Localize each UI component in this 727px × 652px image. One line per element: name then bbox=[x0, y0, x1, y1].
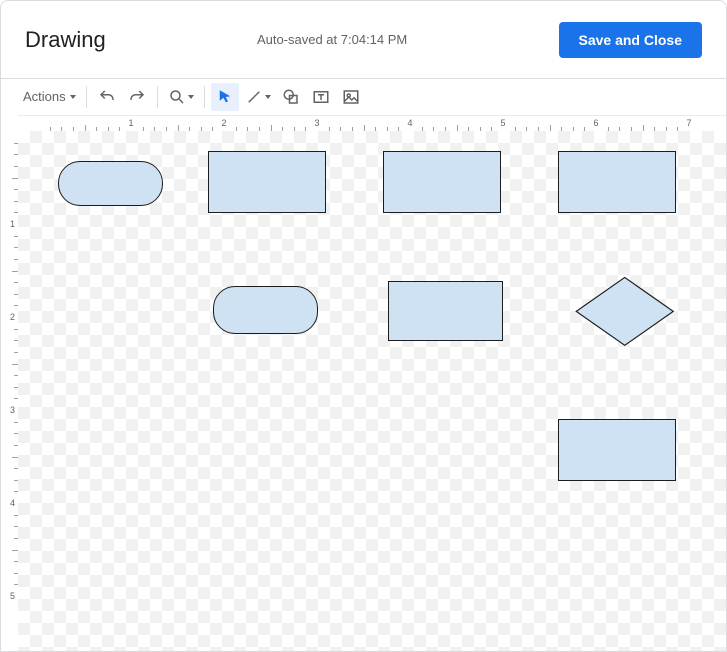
shape-icon bbox=[282, 88, 300, 106]
shape-rectangle[interactable] bbox=[558, 151, 676, 213]
line-icon bbox=[245, 88, 263, 106]
shape-rounded-rectangle[interactable] bbox=[213, 286, 318, 334]
undo-button[interactable] bbox=[93, 83, 121, 111]
ruler-number: 3 bbox=[10, 405, 15, 415]
ruler-vertical: 1 2 3 4 5 bbox=[1, 131, 18, 652]
line-tool[interactable] bbox=[241, 83, 275, 111]
redo-button[interactable] bbox=[123, 83, 151, 111]
drawing-dialog: Drawing Auto-saved at 7:04:14 PM Save an… bbox=[0, 0, 727, 652]
shape-diamond[interactable] bbox=[575, 277, 675, 347]
chevron-down-icon bbox=[265, 95, 271, 99]
drawing-canvas[interactable] bbox=[18, 131, 726, 652]
textbox-tool[interactable] bbox=[307, 83, 335, 111]
ruler-number: 7 bbox=[686, 118, 691, 128]
ruler-number: 1 bbox=[10, 219, 15, 229]
select-tool[interactable] bbox=[211, 83, 239, 111]
image-tool[interactable] bbox=[337, 83, 365, 111]
ruler-number: 6 bbox=[593, 118, 598, 128]
image-icon bbox=[342, 88, 360, 106]
shape-rectangle[interactable] bbox=[558, 419, 676, 481]
ruler-number: 4 bbox=[407, 118, 412, 128]
separator bbox=[86, 86, 87, 108]
zoom-icon bbox=[168, 88, 186, 106]
redo-icon bbox=[128, 88, 146, 106]
separator bbox=[157, 86, 158, 108]
actions-label: Actions bbox=[23, 89, 68, 104]
undo-icon bbox=[98, 88, 116, 106]
ruler-number: 4 bbox=[10, 498, 15, 508]
autosave-status: Auto-saved at 7:04:14 PM bbox=[106, 32, 559, 47]
textbox-icon bbox=[312, 88, 330, 106]
dialog-header: Drawing Auto-saved at 7:04:14 PM Save an… bbox=[1, 1, 726, 79]
ruler-number: 5 bbox=[500, 118, 505, 128]
chevron-down-icon bbox=[188, 95, 194, 99]
toolbar: Actions bbox=[1, 79, 726, 115]
dialog-title: Drawing bbox=[25, 27, 106, 53]
shape-rectangle[interactable] bbox=[383, 151, 501, 213]
shape-rectangle[interactable] bbox=[388, 281, 503, 341]
chevron-down-icon bbox=[70, 95, 76, 99]
ruler-number: 5 bbox=[10, 591, 15, 601]
separator bbox=[204, 86, 205, 108]
ruler-number: 3 bbox=[314, 118, 319, 128]
shape-rounded-rectangle[interactable] bbox=[58, 161, 163, 206]
ruler-number: 1 bbox=[128, 118, 133, 128]
ruler-horizontal: 1 2 3 4 5 6 7 bbox=[18, 115, 726, 131]
shape-rectangle[interactable] bbox=[208, 151, 326, 213]
actions-menu[interactable]: Actions bbox=[19, 83, 80, 111]
shape-tool[interactable] bbox=[277, 83, 305, 111]
workspace: 1 2 3 4 5 bbox=[1, 131, 726, 652]
zoom-menu[interactable] bbox=[164, 83, 198, 111]
ruler-number: 2 bbox=[221, 118, 226, 128]
save-and-close-button[interactable]: Save and Close bbox=[559, 22, 703, 58]
cursor-icon bbox=[216, 88, 234, 106]
ruler-number: 2 bbox=[10, 312, 15, 322]
